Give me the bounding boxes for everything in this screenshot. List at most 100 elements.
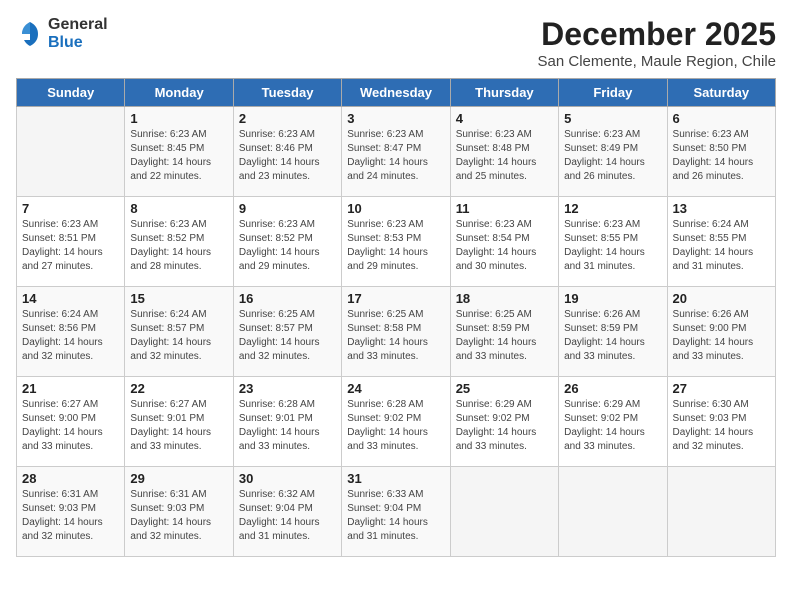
day-number: 11 <box>456 201 553 216</box>
calendar-body: 1 Sunrise: 6:23 AMSunset: 8:45 PMDaylight… <box>17 107 776 557</box>
day-number: 29 <box>130 471 227 486</box>
calendar-cell: 31Sunrise: 6:33 AMSunset: 9:04 PMDayligh… <box>342 467 450 557</box>
calendar-cell: 27Sunrise: 6:30 AMSunset: 9:03 PMDayligh… <box>667 377 775 467</box>
day-info: Sunrise: 6:23 AMSunset: 8:52 PMDaylight:… <box>130 218 227 274</box>
day-info: Sunrise: 6:24 AMSunset: 8:55 PMDaylight:… <box>673 218 770 274</box>
day-number: 6 <box>673 111 770 126</box>
col-tuesday: Tuesday <box>233 79 341 107</box>
col-sunday: Sunday <box>17 79 125 107</box>
day-info: Sunrise: 6:23 AMSunset: 8:46 PMDaylight:… <box>239 128 336 184</box>
day-number: 5 <box>564 111 661 126</box>
calendar-cell: 19Sunrise: 6:26 AMSunset: 8:59 PMDayligh… <box>559 287 667 377</box>
calendar-week-row: 7 Sunrise: 6:23 AMSunset: 8:51 PMDaylight… <box>17 197 776 287</box>
calendar-cell: 26Sunrise: 6:29 AMSunset: 9:02 PMDayligh… <box>559 377 667 467</box>
calendar-cell: 8 Sunrise: 6:23 AMSunset: 8:52 PMDaylight… <box>125 197 233 287</box>
calendar-cell: 18Sunrise: 6:25 AMSunset: 8:59 PMDayligh… <box>450 287 558 377</box>
calendar-cell: 23 Sunrise: 6:28 AMSunset: 9:01 PMDayligh… <box>233 377 341 467</box>
calendar-cell <box>559 467 667 557</box>
day-number: 1 <box>130 111 227 126</box>
day-info: Sunrise: 6:28 AMSunset: 9:01 PMDaylight:… <box>239 398 336 454</box>
day-info: Sunrise: 6:31 AMSunset: 9:03 PMDaylight:… <box>130 488 227 544</box>
calendar-week-row: 28 Sunrise: 6:31 AMSunset: 9:03 PMDayligh… <box>17 467 776 557</box>
col-friday: Friday <box>559 79 667 107</box>
calendar-cell: 3Sunrise: 6:23 AMSunset: 8:47 PMDaylight… <box>342 107 450 197</box>
day-info: Sunrise: 6:28 AMSunset: 9:02 PMDaylight:… <box>347 398 444 454</box>
location: San Clemente, Maule Region, Chile <box>538 53 776 70</box>
calendar-cell <box>450 467 558 557</box>
day-number: 7 <box>22 201 119 216</box>
calendar-cell: 22 Sunrise: 6:27 AMSunset: 9:01 PMDayligh… <box>125 377 233 467</box>
calendar-cell: 11Sunrise: 6:23 AMSunset: 8:54 PMDayligh… <box>450 197 558 287</box>
day-number: 24 <box>347 381 444 396</box>
calendar-cell: 4 Sunrise: 6:23 AMSunset: 8:48 PMDaylight… <box>450 107 558 197</box>
day-info: Sunrise: 6:31 AMSunset: 9:03 PMDaylight:… <box>22 488 119 544</box>
day-number: 22 <box>130 381 227 396</box>
day-number: 10 <box>347 201 444 216</box>
day-number: 16 <box>239 291 336 306</box>
day-number: 18 <box>456 291 553 306</box>
day-info: Sunrise: 6:23 AMSunset: 8:49 PMDaylight:… <box>564 128 661 184</box>
logo-icon <box>16 20 44 48</box>
day-info: Sunrise: 6:23 AMSunset: 8:51 PMDaylight:… <box>22 218 119 274</box>
calendar-week-row: 14 Sunrise: 6:24 AMSunset: 8:56 PMDayligh… <box>17 287 776 377</box>
day-number: 9 <box>239 201 336 216</box>
calendar-cell: 10 Sunrise: 6:23 AMSunset: 8:53 PMDayligh… <box>342 197 450 287</box>
calendar-cell: 20Sunrise: 6:26 AMSunset: 9:00 PMDayligh… <box>667 287 775 377</box>
day-info: Sunrise: 6:23 AMSunset: 8:52 PMDaylight:… <box>239 218 336 274</box>
day-info: Sunrise: 6:32 AMSunset: 9:04 PMDaylight:… <box>239 488 336 544</box>
day-info: Sunrise: 6:23 AMSunset: 8:53 PMDaylight:… <box>347 218 444 274</box>
calendar-cell <box>667 467 775 557</box>
day-info: Sunrise: 6:27 AMSunset: 9:01 PMDaylight:… <box>130 398 227 454</box>
calendar-cell: 29 Sunrise: 6:31 AMSunset: 9:03 PMDayligh… <box>125 467 233 557</box>
header-row: Sunday Monday Tuesday Wednesday Thursday… <box>17 79 776 107</box>
calendar-week-row: 21 Sunrise: 6:27 AMSunset: 9:00 PMDayligh… <box>17 377 776 467</box>
title-block: December 2025 San Clemente, Maule Region… <box>538 16 776 70</box>
day-info: Sunrise: 6:27 AMSunset: 9:00 PMDaylight:… <box>22 398 119 454</box>
calendar-cell: 7 Sunrise: 6:23 AMSunset: 8:51 PMDaylight… <box>17 197 125 287</box>
col-saturday: Saturday <box>667 79 775 107</box>
col-thursday: Thursday <box>450 79 558 107</box>
day-number: 21 <box>22 381 119 396</box>
day-number: 3 <box>347 111 444 126</box>
col-wednesday: Wednesday <box>342 79 450 107</box>
day-number: 25 <box>456 381 553 396</box>
day-number: 30 <box>239 471 336 486</box>
calendar-cell: 15Sunrise: 6:24 AMSunset: 8:57 PMDayligh… <box>125 287 233 377</box>
day-info: Sunrise: 6:24 AMSunset: 8:57 PMDaylight:… <box>130 308 227 364</box>
day-number: 2 <box>239 111 336 126</box>
calendar-header: Sunday Monday Tuesday Wednesday Thursday… <box>17 79 776 107</box>
day-number: 4 <box>456 111 553 126</box>
day-number: 8 <box>130 201 227 216</box>
calendar-cell: 2 Sunrise: 6:23 AMSunset: 8:46 PMDaylight… <box>233 107 341 197</box>
day-info: Sunrise: 6:24 AMSunset: 8:56 PMDaylight:… <box>22 308 119 364</box>
calendar-cell: 12Sunrise: 6:23 AMSunset: 8:55 PMDayligh… <box>559 197 667 287</box>
calendar-cell: 16 Sunrise: 6:25 AMSunset: 8:57 PMDayligh… <box>233 287 341 377</box>
logo-general: General <box>48 16 108 33</box>
calendar-cell: 30 Sunrise: 6:32 AMSunset: 9:04 PMDayligh… <box>233 467 341 557</box>
day-number: 14 <box>22 291 119 306</box>
day-number: 13 <box>673 201 770 216</box>
day-number: 17 <box>347 291 444 306</box>
day-info: Sunrise: 6:30 AMSunset: 9:03 PMDaylight:… <box>673 398 770 454</box>
day-info: Sunrise: 6:23 AMSunset: 8:45 PMDaylight:… <box>130 128 227 184</box>
page-header: General Blue December 2025 San Clemente,… <box>16 16 776 70</box>
calendar-cell: 21 Sunrise: 6:27 AMSunset: 9:00 PMDayligh… <box>17 377 125 467</box>
day-info: Sunrise: 6:29 AMSunset: 9:02 PMDaylight:… <box>456 398 553 454</box>
day-info: Sunrise: 6:25 AMSunset: 8:58 PMDaylight:… <box>347 308 444 364</box>
calendar-cell: 17 Sunrise: 6:25 AMSunset: 8:58 PMDayligh… <box>342 287 450 377</box>
day-number: 26 <box>564 381 661 396</box>
calendar-cell: 24 Sunrise: 6:28 AMSunset: 9:02 PMDayligh… <box>342 377 450 467</box>
calendar-cell <box>17 107 125 197</box>
day-number: 23 <box>239 381 336 396</box>
calendar-cell: 13 Sunrise: 6:24 AMSunset: 8:55 PMDayligh… <box>667 197 775 287</box>
day-number: 19 <box>564 291 661 306</box>
day-info: Sunrise: 6:25 AMSunset: 8:57 PMDaylight:… <box>239 308 336 364</box>
day-number: 20 <box>673 291 770 306</box>
day-info: Sunrise: 6:23 AMSunset: 8:55 PMDaylight:… <box>564 218 661 274</box>
col-monday: Monday <box>125 79 233 107</box>
calendar-cell: 9 Sunrise: 6:23 AMSunset: 8:52 PMDaylight… <box>233 197 341 287</box>
logo: General Blue <box>16 16 108 51</box>
day-info: Sunrise: 6:23 AMSunset: 8:50 PMDaylight:… <box>673 128 770 184</box>
day-info: Sunrise: 6:23 AMSunset: 8:48 PMDaylight:… <box>456 128 553 184</box>
day-number: 28 <box>22 471 119 486</box>
